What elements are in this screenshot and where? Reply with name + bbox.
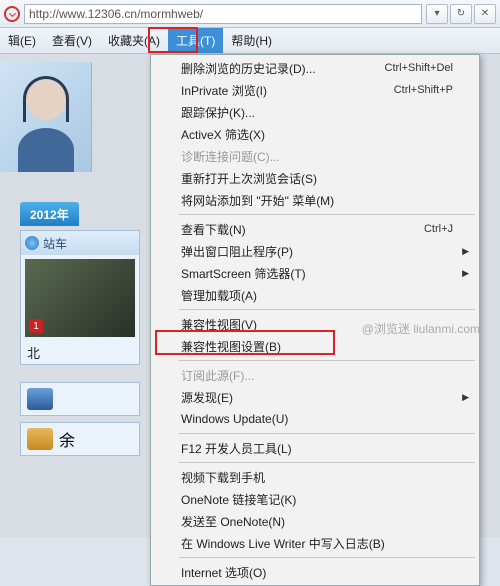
label: 发送至 OneNote(N) xyxy=(181,513,285,530)
label: Windows Update(U) xyxy=(181,412,288,426)
separator xyxy=(179,433,475,434)
address-bar: ▾ ↻ ✕ xyxy=(0,0,500,28)
menu-diagnose: 诊断连接问题(C)... xyxy=(153,145,477,167)
address-controls: ▾ ↻ ✕ xyxy=(426,4,496,24)
submenu-arrow-icon: ▶ xyxy=(462,246,469,257)
menu-edit[interactable]: 辑(E) xyxy=(0,28,44,53)
label: 在 Windows Live Writer 中写入日志(B) xyxy=(181,535,385,552)
menu-reopen[interactable]: 重新打开上次浏览会话(S) xyxy=(153,167,477,189)
folder-icon xyxy=(27,428,53,450)
shortcut: Ctrl+J xyxy=(424,223,453,235)
label: SmartScreen 筛选器(T) xyxy=(181,265,306,282)
strip-label: 余 xyxy=(59,427,75,451)
station-header-label: 站车 xyxy=(43,235,67,252)
news-thumbnail[interactable]: 1 xyxy=(25,259,135,337)
menu-favorites[interactable]: 收藏夹(A) xyxy=(100,28,168,53)
thumbnail-caption: 北 xyxy=(21,341,139,364)
separator xyxy=(179,557,475,558)
separator xyxy=(179,309,475,310)
headset-icon xyxy=(23,76,69,122)
menu-feed: 订阅此源(F)... xyxy=(153,364,477,386)
dropdown-button[interactable]: ▾ xyxy=(426,4,448,24)
submenu-arrow-icon: ▶ xyxy=(462,268,469,279)
side-strip-1[interactable] xyxy=(20,382,140,416)
label: 兼容性视图设置(B) xyxy=(181,338,281,355)
label: OneNote 链接笔记(K) xyxy=(181,491,296,508)
stop-button[interactable]: ✕ xyxy=(474,4,496,24)
side-strip-2[interactable]: 余 xyxy=(20,422,140,456)
submenu-arrow-icon: ▶ xyxy=(462,392,469,403)
menu-activex[interactable]: ActiveX 筛选(X) xyxy=(153,123,477,145)
station-panel: 站车 1 北 xyxy=(20,230,140,365)
separator xyxy=(179,214,475,215)
label: 视频下载到手机 xyxy=(181,469,265,486)
menu-compat-settings[interactable]: 兼容性视图设置(B) xyxy=(153,335,477,357)
globe-icon xyxy=(25,236,39,250)
year-tab[interactable]: 2012年 xyxy=(20,202,79,226)
menu-popup[interactable]: 弹出窗口阻止程序(P) ▶ xyxy=(153,240,477,262)
menu-inprivate[interactable]: InPrivate 浏览(I) Ctrl+Shift+P xyxy=(153,79,477,101)
menu-wlw[interactable]: 在 Windows Live Writer 中写入日志(B) xyxy=(153,532,477,554)
agent-photo xyxy=(0,62,92,172)
menu-smartscreen[interactable]: SmartScreen 筛选器(T) ▶ xyxy=(153,262,477,284)
label: 管理加载项(A) xyxy=(181,287,257,304)
menu-internet-options[interactable]: Internet 选项(O) xyxy=(153,561,477,583)
menu-addons[interactable]: 管理加载项(A) xyxy=(153,284,477,306)
label: 重新打开上次浏览会话(S) xyxy=(181,170,317,187)
label: 将网站添加到 "开始" 菜单(M) xyxy=(181,192,334,209)
menu-windows-update[interactable]: Windows Update(U) xyxy=(153,408,477,430)
menu-onenote-link[interactable]: OneNote 链接笔记(K) xyxy=(153,488,477,510)
menu-add-start[interactable]: 将网站添加到 "开始" 菜单(M) xyxy=(153,189,477,211)
menu-tools[interactable]: 工具(T) xyxy=(168,28,223,53)
label: F12 开发人员工具(L) xyxy=(181,440,292,457)
monitor-icon xyxy=(27,388,53,410)
menu-view[interactable]: 查看(V) xyxy=(44,28,100,53)
menu-bar: 辑(E) 查看(V) 收藏夹(A) 工具(T) 帮助(H) xyxy=(0,28,500,54)
label: 订阅此源(F)... xyxy=(181,367,254,384)
menu-tracking[interactable]: 跟踪保护(K)... xyxy=(153,101,477,123)
site-icon xyxy=(4,6,20,22)
menu-onenote-send[interactable]: 发送至 OneNote(N) xyxy=(153,510,477,532)
label: InPrivate 浏览(I) xyxy=(181,82,267,99)
menu-view-downloads[interactable]: 查看下载(N) Ctrl+J xyxy=(153,218,477,240)
refresh-button[interactable]: ↻ xyxy=(450,4,472,24)
label: ActiveX 筛选(X) xyxy=(181,126,265,143)
label: 源发现(E) xyxy=(181,389,233,406)
shortcut: Ctrl+Shift+P xyxy=(394,84,453,96)
menu-f12[interactable]: F12 开发人员工具(L) xyxy=(153,437,477,459)
watermark: @浏览迷 liulanmi.com xyxy=(362,320,480,337)
menu-delete-history[interactable]: 删除浏览的历史记录(D)... Ctrl+Shift+Del xyxy=(153,57,477,79)
thumbnail-badge: 1 xyxy=(29,319,43,333)
label: 查看下载(N) xyxy=(181,221,246,238)
menu-feed-discovery[interactable]: 源发现(E) ▶ xyxy=(153,386,477,408)
separator xyxy=(179,360,475,361)
label: 诊断连接问题(C)... xyxy=(181,148,280,165)
url-input[interactable] xyxy=(24,4,422,24)
menu-video-mobile[interactable]: 视频下载到手机 xyxy=(153,466,477,488)
station-header[interactable]: 站车 xyxy=(21,231,139,255)
label: 删除浏览的历史记录(D)... xyxy=(181,60,316,77)
label: 兼容性视图(V) xyxy=(181,316,257,333)
menu-help[interactable]: 帮助(H) xyxy=(223,28,280,53)
label: 跟踪保护(K)... xyxy=(181,104,255,121)
page-left-column: 2012年 站车 1 北 余 xyxy=(0,54,150,537)
label: Internet 选项(O) xyxy=(181,564,266,581)
label: 弹出窗口阻止程序(P) xyxy=(181,243,293,260)
separator xyxy=(179,462,475,463)
shortcut: Ctrl+Shift+Del xyxy=(385,62,453,74)
